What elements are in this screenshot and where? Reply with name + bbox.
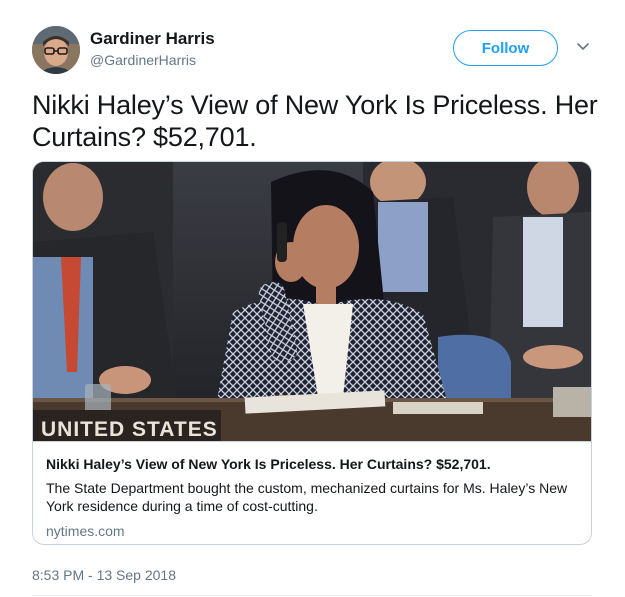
card-body[interactable]: Nikki Haley’s View of New York Is Pricel… bbox=[33, 441, 591, 544]
divider bbox=[32, 595, 592, 596]
card-title[interactable]: Nikki Haley’s View of New York Is Pricel… bbox=[46, 455, 579, 473]
tweet-timestamp[interactable]: 8:53 PM - 13 Sep 2018 bbox=[32, 567, 176, 583]
user-handle[interactable]: @GardinerHarris bbox=[90, 52, 196, 68]
country-placard-text: UNITED STATES bbox=[41, 418, 218, 441]
tweet-text: Nikki Haley’s View of New York Is Pricel… bbox=[32, 90, 598, 152]
follow-button[interactable]: Follow bbox=[453, 30, 558, 66]
card-image[interactable]: UNITED STATES bbox=[33, 162, 591, 441]
card-domain: nytimes.com bbox=[46, 523, 125, 539]
tweet-header: Gardiner Harris @GardinerHarris Follow bbox=[32, 26, 602, 76]
user-name[interactable]: Gardiner Harris bbox=[90, 29, 215, 49]
avatar[interactable] bbox=[32, 26, 80, 74]
chevron-down-icon[interactable] bbox=[576, 40, 590, 54]
link-card[interactable]: UNITED STATES Nikki Haley’s View of New … bbox=[32, 161, 592, 545]
card-description: The State Department bought the custom, … bbox=[46, 480, 568, 514]
tweet: Gardiner Harris @GardinerHarris Follow N… bbox=[0, 0, 625, 597]
